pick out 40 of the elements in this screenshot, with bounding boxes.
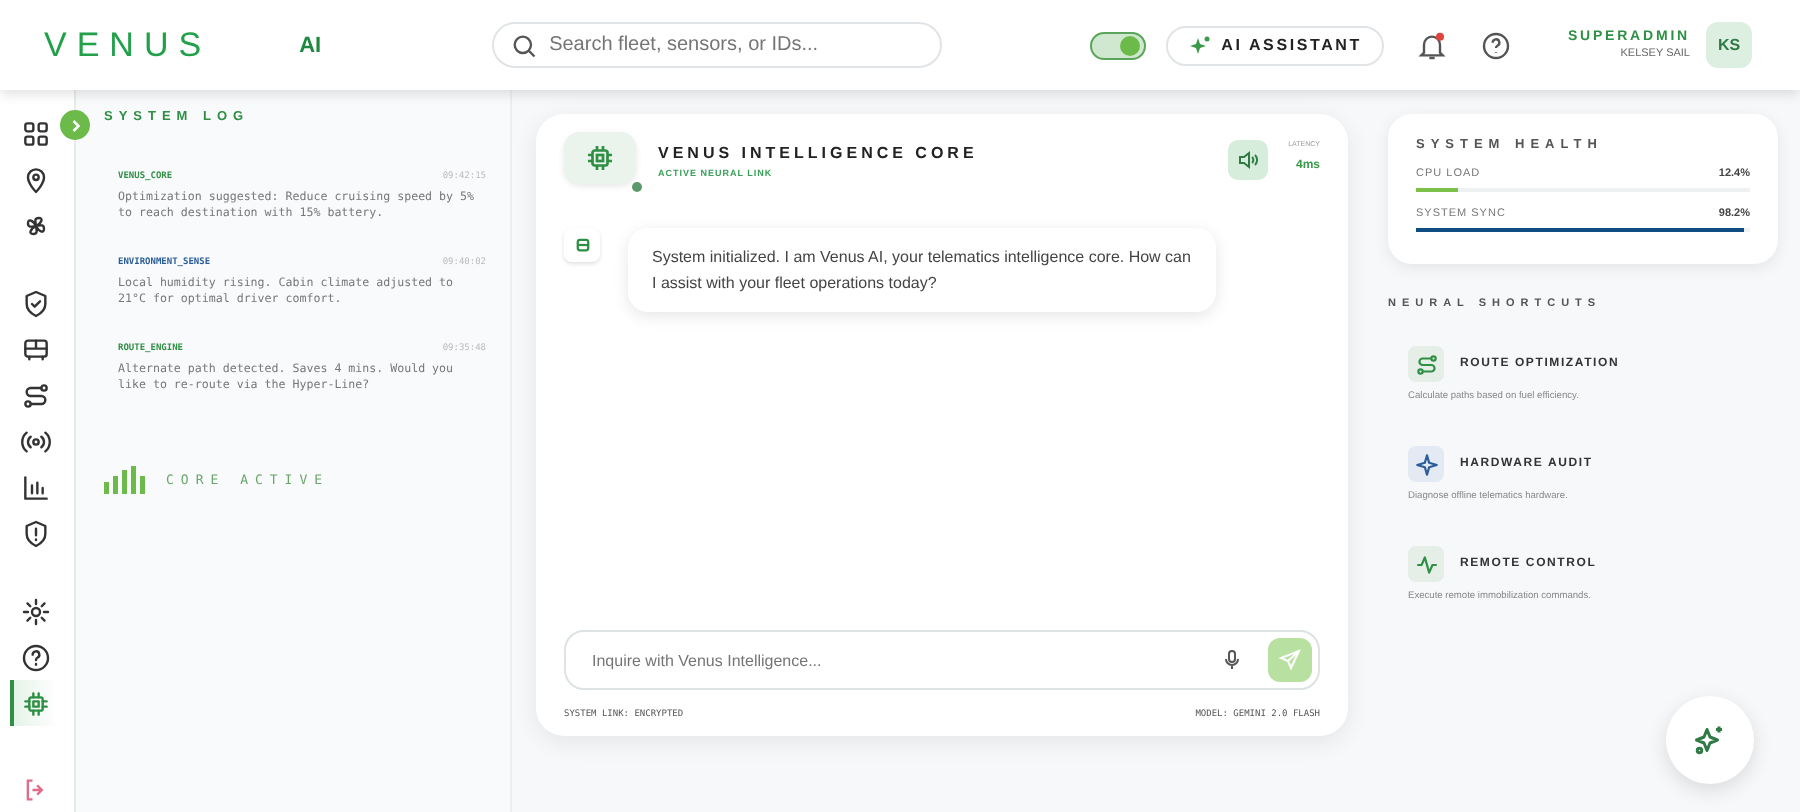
bar-chart-icon <box>20 471 52 503</box>
broadcast-icon <box>20 425 52 457</box>
signal-bars-icon <box>104 466 148 494</box>
message-input[interactable]: Inquire with Venus Intelligence... <box>564 630 1320 690</box>
bus-icon <box>20 333 52 365</box>
shortcut-tile[interactable] <box>1408 446 1444 482</box>
chat-title: VENUS INTELLIGENCE CORE <box>658 144 978 162</box>
chip-icon <box>582 140 618 176</box>
search-field[interactable]: Search fleet, sensors, or IDs... <box>491 22 942 68</box>
microphone-icon <box>1220 648 1244 672</box>
grid-icon <box>20 117 52 149</box>
ai-assistant-button[interactable]: AI ASSISTANT <box>1165 25 1384 65</box>
sparkle-icon <box>1692 722 1728 758</box>
help-icon <box>1479 29 1512 61</box>
gear-icon <box>20 595 52 627</box>
bell-icon <box>1415 29 1448 61</box>
chat-message: System initialized. I am Venus AI, your telematics intelligence core. How can I assist with your fleet operations today? <box>628 228 1216 312</box>
ai-label: AI <box>299 33 322 57</box>
search-icon <box>509 31 538 59</box>
help-icon <box>20 641 52 673</box>
chip-icon <box>20 687 52 719</box>
shortcut-tile[interactable] <box>1408 346 1444 382</box>
help-button[interactable] <box>1479 29 1512 61</box>
shield-check-icon <box>20 287 52 319</box>
toggle-switch[interactable] <box>1089 31 1146 59</box>
route-icon <box>1413 351 1439 377</box>
route-icon <box>20 379 52 411</box>
user-avatar[interactable]: KS <box>1706 22 1752 68</box>
ai-fab-button[interactable] <box>1666 696 1754 784</box>
speaker-button[interactable] <box>1228 140 1269 180</box>
pulse-icon <box>1413 551 1439 577</box>
send-icon <box>1278 648 1302 672</box>
sparkle-icon <box>1413 451 1439 477</box>
notifications-button[interactable] <box>1415 29 1448 61</box>
shortcut-tile[interactable] <box>1408 546 1444 582</box>
chip-icon <box>573 236 591 254</box>
speaker-icon <box>1236 148 1261 172</box>
logo: VENUS <box>44 25 212 65</box>
shield-alert-icon <box>20 517 52 549</box>
sparkle-icon <box>1187 33 1212 57</box>
